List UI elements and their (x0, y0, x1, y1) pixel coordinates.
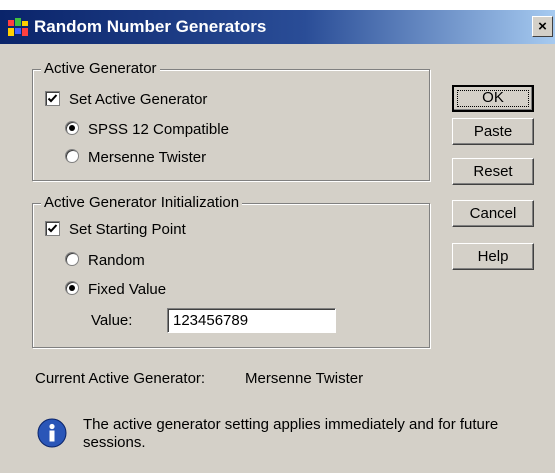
focus-rect (457, 90, 529, 107)
set-active-generator-checkbox[interactable]: Set Active Generator (45, 91, 207, 109)
checkbox-box (45, 91, 60, 106)
radio-spss12-label: SPSS 12 Compatible (88, 121, 229, 138)
radio-circle (65, 149, 79, 163)
active-generator-legend: Active Generator (41, 60, 160, 77)
app-icon (8, 18, 28, 36)
cancel-button[interactable]: Cancel (452, 200, 534, 227)
reset-label: Reset (473, 163, 513, 180)
radio-random[interactable]: Random (65, 252, 145, 270)
reset-button[interactable]: Reset (452, 158, 534, 185)
radio-fixed-value[interactable]: Fixed Value (65, 281, 166, 299)
radio-spss12-compatible[interactable]: SPSS 12 Compatible (65, 121, 229, 139)
checkbox-box (45, 221, 60, 236)
paste-button[interactable]: Paste (452, 118, 534, 145)
set-starting-point-checkbox[interactable]: Set Starting Point (45, 221, 186, 239)
radio-circle (65, 252, 79, 266)
radio-dot-icon (69, 285, 75, 291)
set-starting-point-label: Set Starting Point (69, 221, 186, 238)
title-bar: Random Number Generators × (0, 10, 555, 44)
help-button[interactable]: Help (452, 243, 534, 270)
radio-mersenne-twister[interactable]: Mersenne Twister (65, 149, 206, 167)
current-generator-value: Mersenne Twister (245, 370, 364, 387)
value-label: Value: (91, 312, 133, 329)
ok-button[interactable]: OK (452, 85, 534, 112)
paste-label: Paste (473, 123, 513, 140)
info-message: The active generator setting applies imm… (83, 416, 499, 451)
radio-random-label: Random (88, 252, 145, 269)
initialization-legend: Active Generator Initialization (41, 194, 243, 211)
window-title: Random Number Generators (34, 17, 267, 36)
radio-circle (65, 121, 79, 135)
current-generator-label: Current Active Generator: (35, 370, 206, 387)
help-label: Help (477, 248, 509, 265)
cancel-label: Cancel (469, 205, 517, 222)
radio-fixed-value-label: Fixed Value (88, 281, 167, 298)
radio-dot-icon (69, 125, 75, 131)
radio-circle (65, 281, 79, 295)
close-icon: × (538, 18, 547, 35)
checkmark-icon (47, 94, 58, 103)
value-input[interactable] (167, 308, 336, 333)
set-active-generator-label: Set Active Generator (69, 91, 208, 108)
information-icon (37, 418, 67, 448)
checkmark-icon (47, 224, 58, 233)
close-button[interactable]: × (532, 16, 553, 37)
radio-mersenne-label: Mersenne Twister (88, 149, 207, 166)
